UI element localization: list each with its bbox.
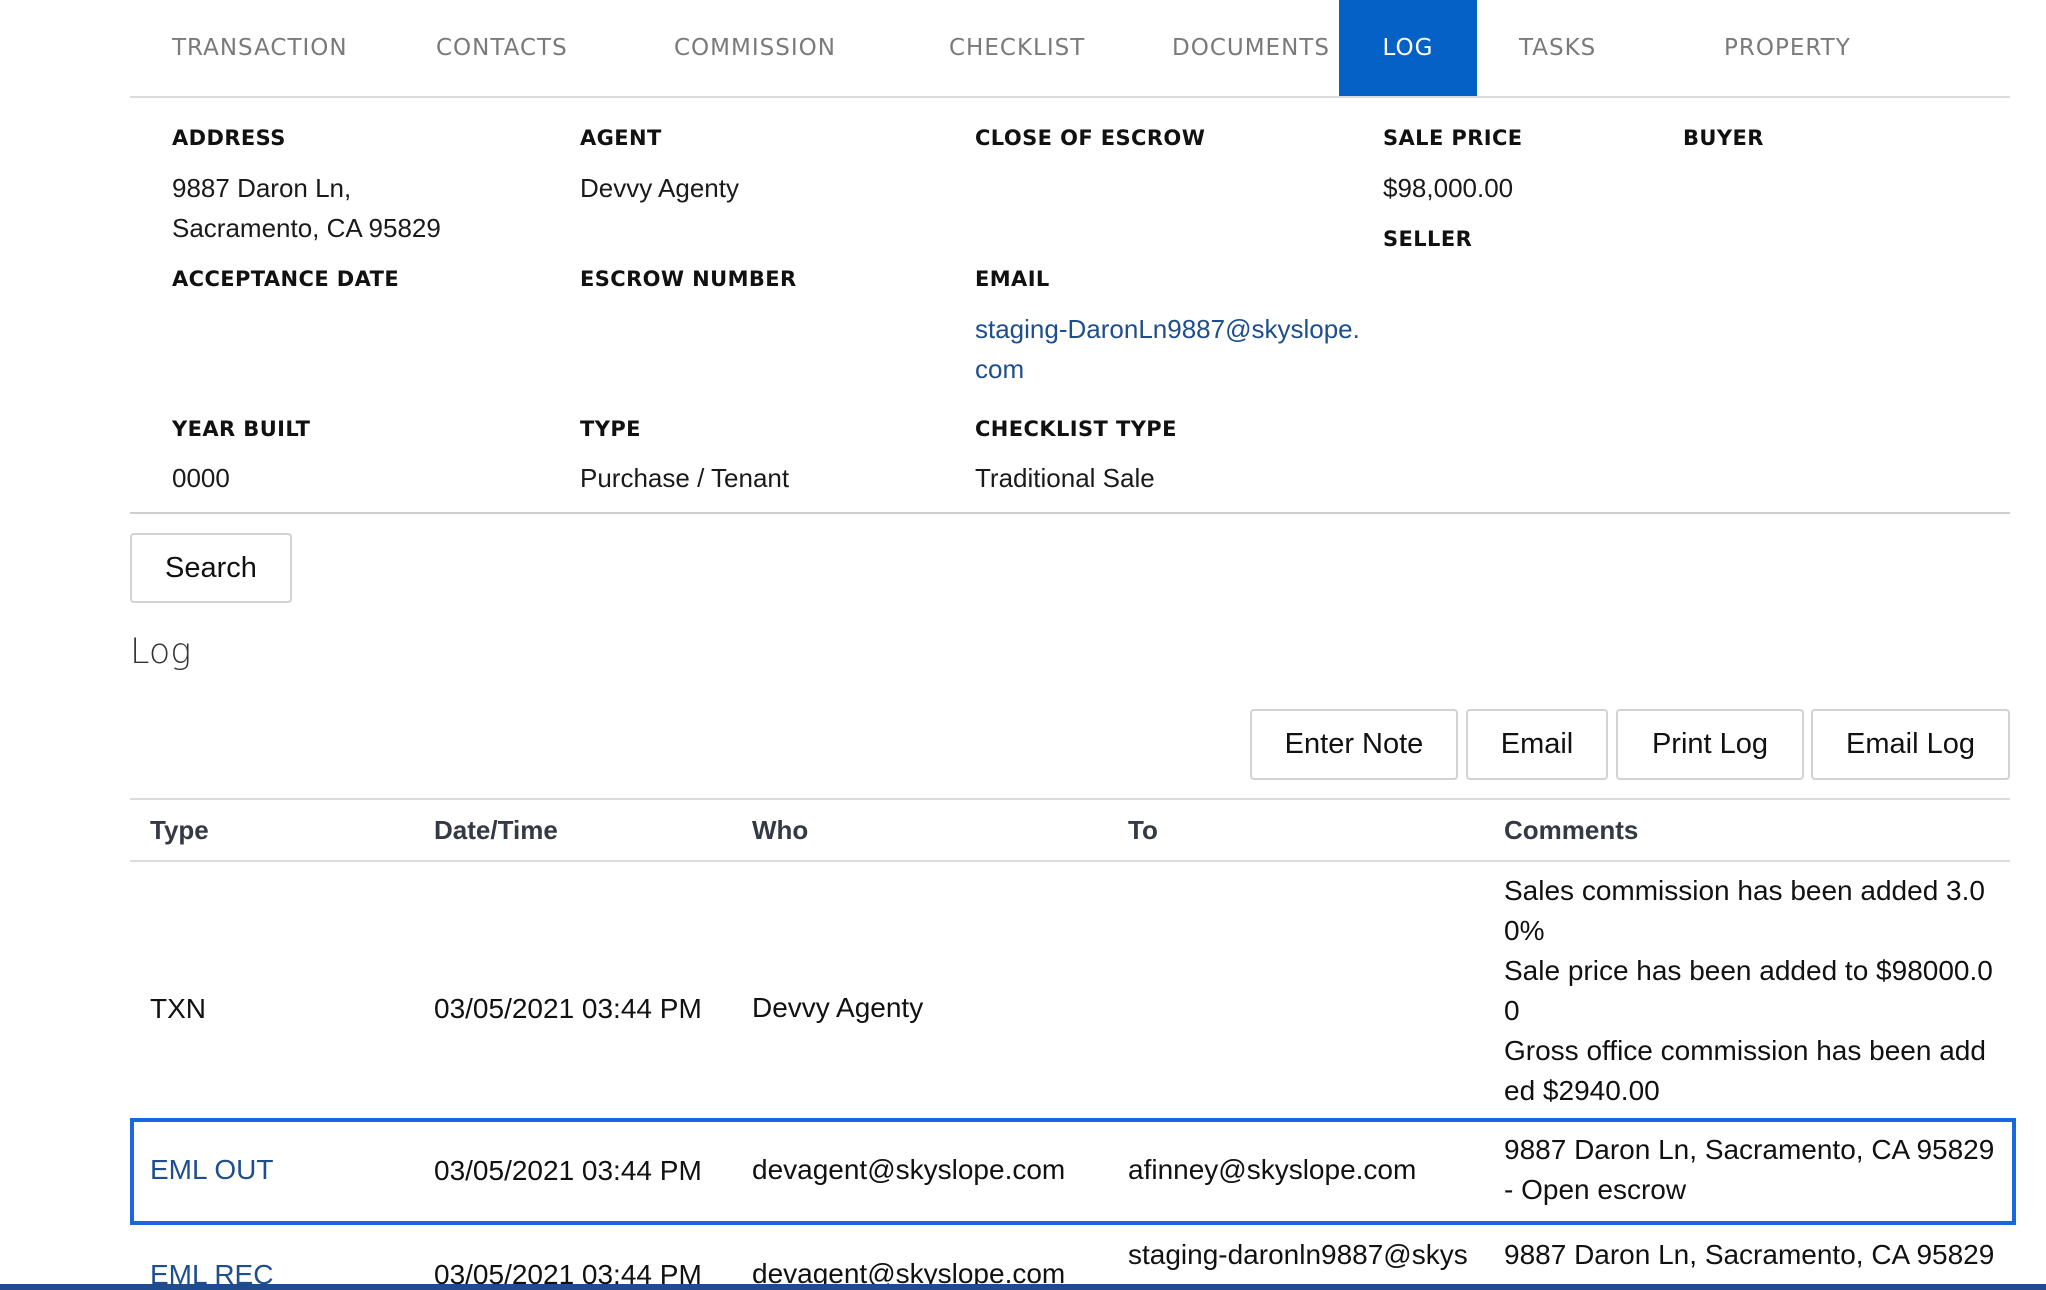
sale-price-value: $98,000.00 xyxy=(1383,173,1514,203)
table-row[interactable]: EML REC 03/05/2021 03:44 PM devagent@sky… xyxy=(130,1225,2010,1284)
print-log-button[interactable]: Print Log xyxy=(1616,709,1804,780)
tab-property[interactable]: PROPERTY xyxy=(1682,0,1893,96)
tab-tasks[interactable]: TASKS xyxy=(1477,0,1638,96)
tab-contacts[interactable]: CONTACTS xyxy=(394,0,610,96)
type-value: Purchase / Tenant xyxy=(580,463,790,493)
column-who: Who xyxy=(752,815,809,845)
row-comment-line: 0 xyxy=(1504,995,1520,1026)
seller-label: SELLER xyxy=(1383,227,1473,251)
column-type: Type xyxy=(150,815,209,845)
email-label: EMAIL xyxy=(975,267,1050,291)
tab-log[interactable]: LOG xyxy=(1339,0,1477,96)
column-comments: Comments xyxy=(1504,815,1639,845)
column-datetime: Date/Time xyxy=(434,815,558,845)
tab-documents[interactable]: DOCUMENTS xyxy=(1130,0,1372,96)
type-label: TYPE xyxy=(580,417,641,441)
search-button[interactable]: Search xyxy=(130,533,292,603)
year-built-label: YEAR BUILT xyxy=(172,417,311,441)
row-datetime: 03/05/2021 03:44 PM xyxy=(434,993,702,1024)
row-comment-line: 0% xyxy=(1504,915,1545,946)
column-to: To xyxy=(1128,815,1158,845)
escrow-number-label: ESCROW NUMBER xyxy=(580,267,797,291)
row-to: staging-daronln9887@skys xyxy=(1128,1239,1468,1270)
row-comment-line: 9887 Daron Ln, Sacramento, CA 95829 xyxy=(1504,1239,1995,1270)
tab-commission[interactable]: COMMISSION xyxy=(632,0,878,96)
enter-note-button[interactable]: Enter Note xyxy=(1250,709,1458,780)
year-built-value: 0000 xyxy=(172,463,230,493)
row-type: TXN xyxy=(150,993,206,1024)
row-comment-line: ed $2940.00 xyxy=(1504,1075,1660,1106)
row-comment-line: Gross office commission has been add xyxy=(1504,1035,1986,1066)
agent-value: Devvy Agenty xyxy=(580,173,739,203)
checklist-type-label: CHECKLIST TYPE xyxy=(975,417,1177,441)
log-title: Log xyxy=(130,632,192,672)
tab-bar: TRANSACTION CONTACTS COMMISSION CHECKLIS… xyxy=(130,0,2010,98)
close-of-escrow-label: CLOSE OF ESCROW xyxy=(975,126,1206,150)
address-line1: 9887 Daron Ln, xyxy=(172,173,352,203)
sale-price-label: SALE PRICE xyxy=(1383,126,1523,150)
bottom-edge-bar xyxy=(0,1284,2046,1290)
checklist-type-value: Traditional Sale xyxy=(975,463,1155,493)
email-link[interactable]: staging-DaronLn9887@skyslope.com xyxy=(975,309,1370,389)
row-type-link[interactable]: EML REC xyxy=(150,1255,273,1284)
address-line2: Sacramento, CA 95829 xyxy=(172,213,441,243)
acceptance-date-label: ACCEPTANCE DATE xyxy=(172,267,400,291)
transaction-summary: ADDRESS 9887 Daron Ln, Sacramento, CA 95… xyxy=(130,96,2010,514)
selected-row-highlight xyxy=(130,1118,2016,1225)
email-log-button[interactable]: Email Log xyxy=(1811,709,2010,780)
agent-label: AGENT xyxy=(580,126,662,150)
log-table-header: Type Date/Time Who To Comments xyxy=(130,798,2010,862)
row-who: Devvy Agenty xyxy=(752,992,924,1023)
tab-transaction[interactable]: TRANSACTION xyxy=(130,0,390,96)
address-label: ADDRESS xyxy=(172,126,286,150)
buyer-label: BUYER xyxy=(1683,126,1764,150)
tab-checklist[interactable]: CHECKLIST xyxy=(907,0,1127,96)
email-button[interactable]: Email xyxy=(1466,709,1608,780)
row-who: devagent@skyslope.com xyxy=(752,1258,1066,1284)
row-comment-line: Sales commission has been added 3.0 xyxy=(1504,875,1985,906)
row-datetime: 03/05/2021 03:44 PM xyxy=(434,1259,702,1284)
table-row: TXN 03/05/2021 03:44 PM Devvy Agenty Sal… xyxy=(130,860,2010,1114)
row-comment-line: Sale price has been added to $98000.0 xyxy=(1504,955,1993,986)
